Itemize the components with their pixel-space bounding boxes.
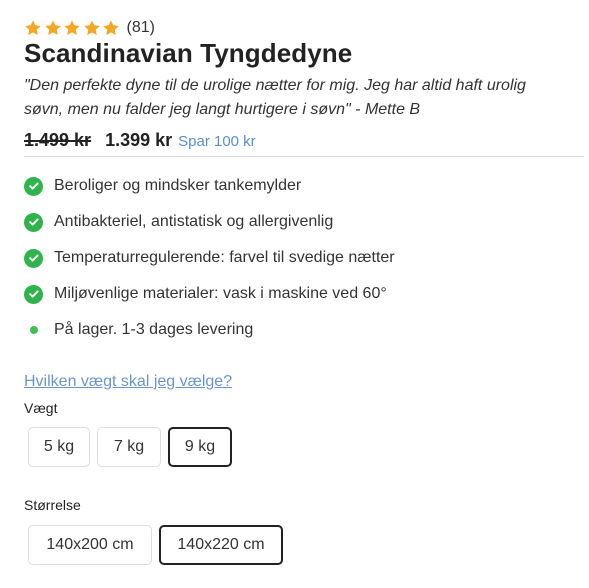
feature-text: Antibakteriel, antistatisk og allergiven… [54,213,334,230]
divider [24,156,584,157]
weight-help-link[interactable]: Hvilken vægt skal jeg vælge? [24,373,232,391]
rating-row[interactable]: (81) [24,19,155,37]
stock-status: På lager. 1-3 dages levering [24,312,395,348]
feature-text: Temperaturregulerende: farvel til svedig… [54,249,395,266]
weight-option-7kg[interactable]: 7 kg [97,427,161,467]
in-stock-dot-icon [24,326,43,334]
size-label: Størrelse [24,497,81,513]
size-options: 140x200 cm 140x220 cm [28,525,290,565]
product-info-panel: (81) Scandinavian Tyngdedyne "Den perfek… [0,0,589,588]
check-circle-icon [24,176,43,196]
size-option-140x200[interactable]: 140x200 cm [28,525,152,565]
star-icon [102,19,120,37]
star-icon [63,19,81,37]
feature-item: Miljøvenlige materialer: vask i maskine … [24,276,395,312]
old-price: 1.499 kr [24,130,92,150]
weight-option-5kg[interactable]: 5 kg [28,427,90,467]
feature-list: Beroliger og mindsker tankemylder Antiba… [24,168,395,348]
feature-text: Miljøvenlige materialer: vask i maskine … [54,285,387,302]
product-title: Scandinavian Tyngdedyne [24,38,353,68]
weight-option-9kg[interactable]: 9 kg [168,427,232,467]
current-price: 1.399 kr [105,130,173,150]
star-icon [24,19,42,37]
customer-quote: "Den perfekte dyne til de urolige nætter… [24,77,526,118]
weight-label: Vægt [24,400,58,416]
check-circle-icon [24,284,43,304]
stock-text: På lager. 1-3 dages levering [54,321,254,338]
size-option-140x220[interactable]: 140x220 cm [159,525,283,565]
check-circle-icon [24,212,43,232]
feature-text: Beroliger og mindsker tankemylder [54,177,302,194]
price-row: 1.499 kr 1.399 kr Spar 100 kr [24,130,256,151]
feature-item: Beroliger og mindsker tankemylder [24,168,395,204]
feature-item: Temperaturregulerende: farvel til svedig… [24,240,395,276]
savings-text: Spar 100 kr [178,133,256,150]
review-count[interactable]: (81) [127,19,155,37]
star-icon [44,19,62,37]
weight-options: 5 kg 7 kg 9 kg [28,427,239,467]
check-circle-icon [24,248,43,268]
star-icon [83,19,101,37]
feature-item: Antibakteriel, antistatisk og allergiven… [24,204,395,240]
